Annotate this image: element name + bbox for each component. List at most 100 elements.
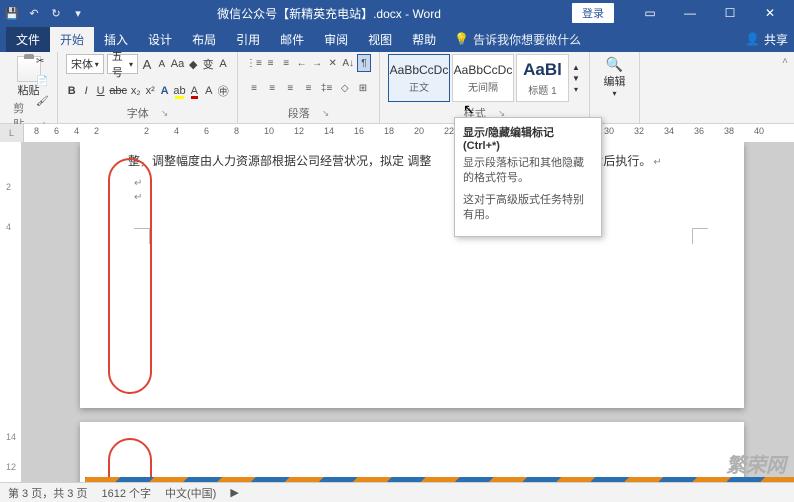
bullets-icon[interactable]: ⋮≡ (246, 54, 262, 72)
text-effects-icon[interactable]: A (159, 82, 170, 100)
minimize-icon[interactable]: — (670, 0, 710, 26)
status-bar: 第 3 页，共 3 页 1612 个字 中文(中国) ▶ (0, 482, 794, 502)
clear-format-icon[interactable]: ◆ (187, 55, 199, 73)
paragraph-launcher-icon[interactable]: ↘ (322, 108, 330, 119)
decrease-indent-icon[interactable]: ← (295, 54, 309, 72)
tooltip: 显示/隐藏编辑标记 (Ctrl+*) 显示段落标记和其他隐藏的格式符号。 这对于… (454, 117, 602, 237)
login-button[interactable]: 登录 (572, 3, 614, 23)
page-2[interactable]: ↵ ↵ ↵ ↵ (80, 422, 744, 482)
font-group-label: 字体 (127, 105, 149, 121)
underline-button[interactable]: U (95, 82, 106, 100)
share-icon: 👤 (745, 32, 760, 46)
borders-icon[interactable]: ⊞ (355, 80, 371, 98)
find-icon[interactable]: 🔍 (606, 56, 623, 73)
quick-access-toolbar: 💾 ↶ ↻ ▾ (4, 5, 86, 21)
window-controls: ▭ — ☐ ✕ (630, 0, 790, 26)
watermark-text: 繁荣网 (726, 449, 786, 478)
shading-icon[interactable]: ◇ (337, 80, 353, 98)
shrink-font-icon[interactable]: A (156, 55, 168, 73)
copy-icon[interactable]: 📄 (36, 76, 52, 92)
bold-button[interactable]: B (66, 82, 77, 100)
phonetic-guide-icon[interactable]: 变 (202, 55, 214, 73)
tab-home[interactable]: 开始 (50, 27, 94, 52)
style-normal[interactable]: AaBbCcDc 正文 (388, 54, 450, 102)
collapse-ribbon-icon[interactable]: ˄ (782, 56, 788, 67)
tab-view[interactable]: 视图 (358, 27, 402, 52)
tab-design[interactable]: 设计 (138, 27, 182, 52)
margin-mark-icon (134, 228, 150, 244)
maximize-icon[interactable]: ☐ (710, 0, 750, 26)
page-1[interactable]: 整，调整幅度由人力资源部根据公司经营状况，拟定 调整意后执行。↵ ↵ ↵ (80, 142, 744, 408)
share-button[interactable]: 👤 共享 (745, 31, 788, 48)
sort-icon[interactable]: A↓ (341, 54, 355, 72)
increase-indent-icon[interactable]: → (310, 54, 324, 72)
paragraph-mark-icon: ↵ (134, 178, 142, 189)
vertical-ruler[interactable]: 2 4 14 12 (0, 142, 22, 482)
style-heading1[interactable]: AaBl 标题 1 (516, 54, 569, 102)
lightbulb-icon: 💡 (454, 32, 469, 46)
char-shading-icon[interactable]: A (203, 82, 214, 100)
font-color-icon[interactable]: A (189, 82, 200, 100)
ribbon-options-icon[interactable]: ▭ (630, 0, 670, 26)
numbering-icon[interactable]: ≡ (264, 54, 278, 72)
paragraph-group-label: 段落 (288, 105, 310, 121)
editing-label[interactable]: 编辑 (604, 73, 626, 89)
document-title: 微信公众号【新精英充电站】.docx - Word (86, 5, 572, 22)
tab-mailings[interactable]: 邮件 (270, 27, 314, 52)
tell-me-search[interactable]: 💡 告诉我你想要做什么 (454, 31, 581, 48)
align-right-icon[interactable]: ≡ (282, 80, 298, 98)
qat-customize-icon[interactable]: ▾ (70, 5, 86, 21)
tooltip-title: 显示/隐藏编辑标记 (Ctrl+*) (463, 124, 593, 152)
ribbon: 粘贴 ✂ 📄 🖌 剪贴板↘ 宋体▾ 五号▾ A A Aa ◆ 变 A B I U… (0, 52, 794, 124)
horizontal-ruler[interactable]: L 8 6 4 2 2 4 6 8 10 12 14 16 18 20 22 3… (0, 124, 794, 142)
document-area[interactable]: 2 4 14 12 整，调整幅度由人力资源部根据公司经营状况，拟定 调整意后执行… (0, 142, 794, 482)
styles-scroll-up-icon[interactable]: ▲ (571, 63, 581, 72)
cut-icon[interactable]: ✂ (36, 56, 52, 72)
tab-review[interactable]: 审阅 (314, 27, 358, 52)
asian-layout-icon[interactable]: ✕ (326, 54, 340, 72)
page-indicator[interactable]: 第 3 页，共 3 页 (8, 485, 87, 501)
change-case-icon[interactable]: Aa (171, 55, 184, 73)
undo-icon[interactable]: ↶ (26, 5, 42, 21)
multilevel-list-icon[interactable]: ≡ (279, 54, 293, 72)
language-indicator[interactable]: 中文(中国) (165, 485, 216, 501)
char-border-icon[interactable]: A (217, 55, 229, 73)
font-name-combo[interactable]: 宋体▾ (66, 54, 104, 74)
italic-button[interactable]: I (80, 82, 91, 100)
font-size-combo[interactable]: 五号▾ (107, 54, 138, 74)
tell-me-label: 告诉我你想要做什么 (473, 31, 581, 48)
tab-selector[interactable]: L (0, 124, 24, 142)
save-icon[interactable]: 💾 (4, 5, 20, 21)
macro-icon[interactable]: ▶ (230, 486, 238, 499)
show-hide-marks-button[interactable]: ¶ (357, 54, 371, 72)
styles-expand-icon[interactable]: ▾ (571, 85, 581, 94)
close-icon[interactable]: ✕ (750, 0, 790, 26)
group-styles: AaBbCcDc 正文 AaBbCcDc 无间隔 AaBl 标题 1 ▲ ▼ ▾… (380, 52, 590, 123)
redo-icon[interactable]: ↻ (48, 5, 64, 21)
document-text[interactable]: 整，调整幅度由人力资源部根据公司经营状况，拟定 调整意后执行。↵ (128, 152, 696, 171)
line-spacing-icon[interactable]: ‡≡ (319, 80, 335, 98)
tab-layout[interactable]: 布局 (182, 27, 226, 52)
enclose-char-icon[interactable]: ㊥ (218, 82, 229, 100)
group-font: 宋体▾ 五号▾ A A Aa ◆ 变 A B I U abc x₂ x² A a… (58, 52, 238, 123)
tab-references[interactable]: 引用 (226, 27, 270, 52)
align-center-icon[interactable]: ≡ (264, 80, 280, 98)
share-label: 共享 (764, 31, 788, 48)
styles-scroll-down-icon[interactable]: ▼ (571, 74, 581, 83)
style-no-spacing[interactable]: AaBbCcDc 无间隔 (452, 54, 514, 102)
tab-help[interactable]: 帮助 (402, 27, 446, 52)
superscript-icon[interactable]: x² (145, 82, 156, 100)
subscript-icon[interactable]: x₂ (130, 82, 141, 100)
word-count[interactable]: 1612 个字 (101, 485, 151, 501)
strikethrough-button[interactable]: abc (109, 82, 127, 100)
align-left-icon[interactable]: ≡ (246, 80, 262, 98)
margin-mark-icon (692, 228, 708, 244)
highlight-color-icon[interactable]: ab (173, 82, 185, 100)
tab-file[interactable]: 文件 (6, 27, 50, 52)
justify-icon[interactable]: ≡ (300, 80, 316, 98)
format-painter-icon[interactable]: 🖌 (36, 96, 52, 112)
font-launcher-icon[interactable]: ↘ (161, 108, 169, 119)
paragraph-mark-icon: ↵ (653, 157, 661, 168)
grow-font-icon[interactable]: A (141, 55, 153, 73)
editing-dropdown-icon[interactable]: ▾ (612, 89, 616, 98)
